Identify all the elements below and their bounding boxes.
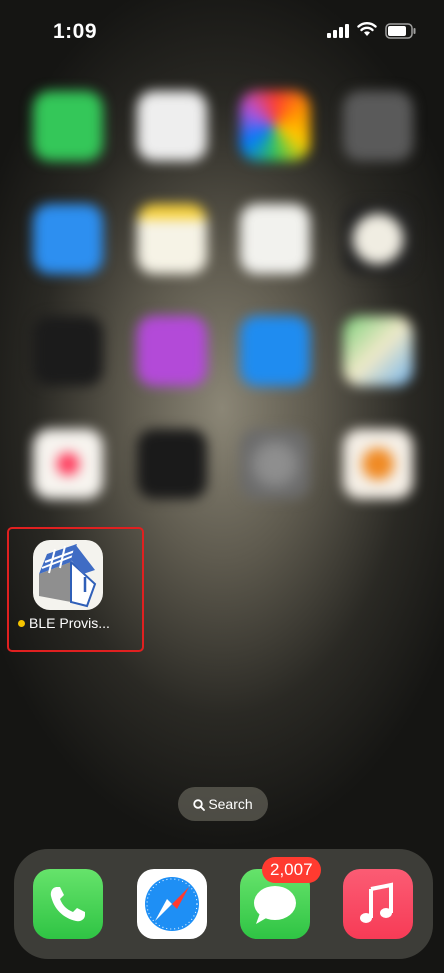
app-icon-camera[interactable] <box>343 91 413 161</box>
status-bar: 1:09 <box>0 0 444 60</box>
messages-unread-badge: 2,007 <box>262 857 321 883</box>
app-icon-notes[interactable] <box>137 204 207 274</box>
battery-icon <box>385 23 416 39</box>
solar-box-icon <box>39 544 97 608</box>
music-app-icon[interactable] <box>343 869 413 939</box>
app-icon-clock[interactable] <box>343 204 413 274</box>
phone-icon <box>50 887 85 922</box>
app-icon-orange-app[interactable] <box>343 429 413 499</box>
app-icon-tv[interactable] <box>33 316 103 386</box>
app-icon-mail[interactable] <box>33 204 103 274</box>
safari-compass-icon <box>145 877 199 931</box>
search-label: Search <box>208 796 253 812</box>
app-icon-health[interactable] <box>33 429 103 499</box>
status-time: 1:09 <box>53 20 98 43</box>
app-icon-app-store[interactable] <box>240 316 310 386</box>
search-icon <box>193 799 206 811</box>
ble-provisioning-app-icon[interactable] <box>33 540 103 610</box>
app-icon-reminders[interactable] <box>240 204 310 274</box>
app-icon-wallet[interactable] <box>137 429 207 499</box>
app-icon-photos[interactable] <box>240 91 310 161</box>
app-icon-maps[interactable] <box>343 316 413 386</box>
wifi-icon <box>357 22 377 36</box>
app-label-text: BLE Provis... <box>29 615 110 631</box>
cellular-signal-icon <box>327 24 349 38</box>
app-icon-facetime[interactable] <box>33 91 103 161</box>
spotlight-search-button[interactable]: Search <box>178 787 268 821</box>
ble-provisioning-app-label: BLE Provis... <box>18 615 110 631</box>
app-icon-settings[interactable] <box>240 429 310 499</box>
music-note-icon <box>360 882 393 923</box>
new-app-dot <box>18 620 25 627</box>
safari-app-icon[interactable] <box>137 869 207 939</box>
app-icon-podcasts[interactable] <box>137 316 207 386</box>
app-icon-calendar[interactable] <box>137 91 207 161</box>
phone-app-icon[interactable] <box>33 869 103 939</box>
